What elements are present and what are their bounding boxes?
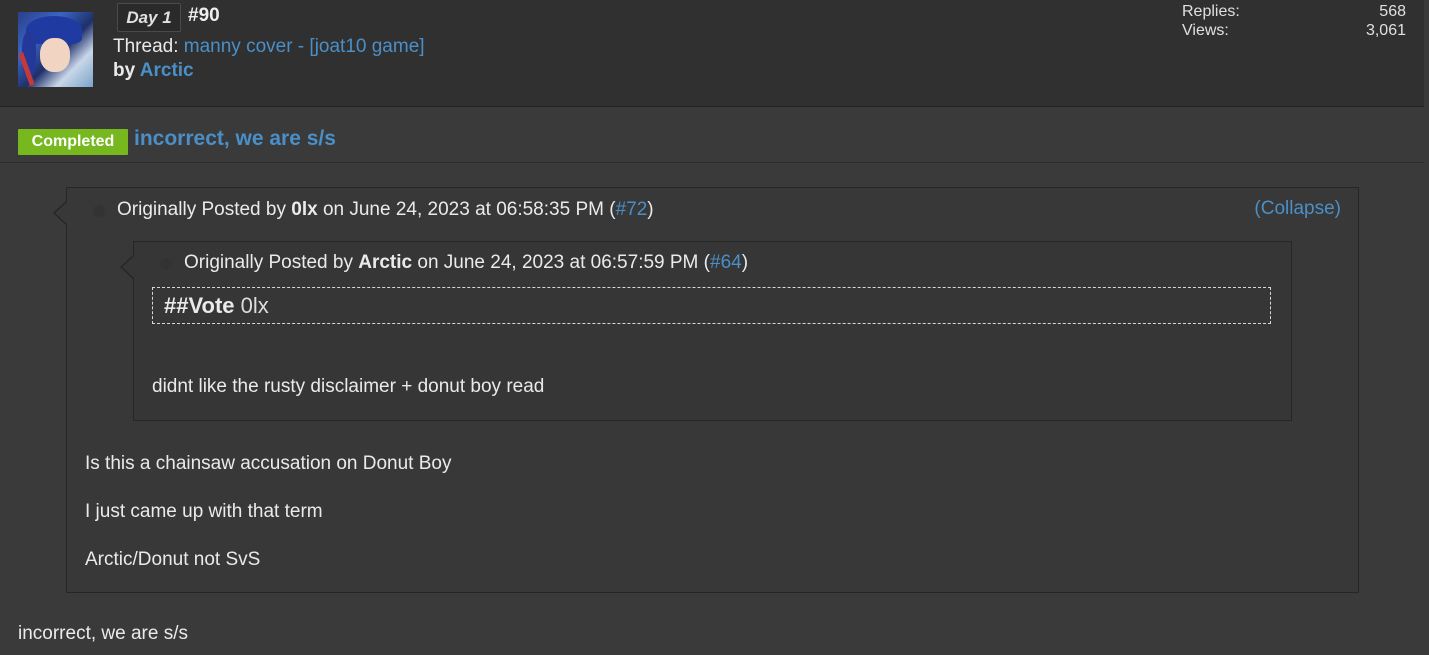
quote-line: Arctic/Donut not SvS xyxy=(85,549,261,570)
post-header: Day 1 #90 Thread: manny cover - [joat10 … xyxy=(0,0,1424,107)
post-title-row: Completed incorrect, we are s/s xyxy=(0,107,1424,163)
inner-quote-text: didnt like the rusty disclaimer + donut … xyxy=(152,376,545,397)
replies-value: 568 xyxy=(1379,3,1406,20)
vote-target: 0lx xyxy=(240,293,269,318)
by-prefix: by xyxy=(113,60,136,81)
quote-ref-link[interactable]: #72 xyxy=(616,199,648,220)
quote-icon xyxy=(160,258,172,270)
quote-prefix: Originally Posted by xyxy=(117,199,286,220)
quote-ref-link[interactable]: #64 xyxy=(710,252,742,273)
status-badge: Completed xyxy=(18,129,128,155)
thread-link[interactable]: manny cover - [joat10 game] xyxy=(184,36,425,57)
quote-line: I just came up with that term xyxy=(85,501,323,522)
replies-label: Replies: xyxy=(1182,3,1240,20)
quote-line: Is this a chainsaw accusation on Donut B… xyxy=(85,453,452,474)
by-line: by Arctic xyxy=(113,60,194,82)
quote-author[interactable]: Arctic xyxy=(358,252,412,273)
inner-quote: Originally Posted by Arctic on June 24, … xyxy=(120,241,1292,421)
post-title[interactable]: incorrect, we are s/s xyxy=(134,127,336,151)
vote-box: ##Vote 0lx xyxy=(152,287,1271,324)
avatar[interactable] xyxy=(18,12,93,87)
quote-icon xyxy=(93,205,105,217)
collapse-button[interactable]: (Collapse) xyxy=(1254,198,1341,220)
views-label: Views: xyxy=(1182,22,1229,39)
thread-prefix: Thread: xyxy=(113,36,179,57)
day-badge: Day 1 xyxy=(117,3,181,32)
quote-date: on June 24, 2023 at 06:57:59 PM xyxy=(417,252,699,273)
thread-line: Thread: manny cover - [joat10 game] xyxy=(113,36,425,58)
inner-quote-header: Originally Posted by Arctic on June 24, … xyxy=(184,252,749,273)
author-link[interactable]: Arctic xyxy=(140,60,194,81)
quote-prefix: Originally Posted by xyxy=(184,252,353,273)
post-number[interactable]: #90 xyxy=(188,5,220,27)
outer-quote-header: Originally Posted by 0lx on June 24, 202… xyxy=(117,199,654,220)
post-body-text: incorrect, we are s/s xyxy=(18,623,188,644)
quote-date: on June 24, 2023 at 06:58:35 PM xyxy=(322,199,604,220)
views-value: 3,061 xyxy=(1365,22,1406,39)
vote-label: ##Vote xyxy=(164,293,235,318)
thread-stats: Replies: 568 Views: 3,061 xyxy=(1182,3,1406,41)
quote-author[interactable]: 0lx xyxy=(291,199,317,220)
